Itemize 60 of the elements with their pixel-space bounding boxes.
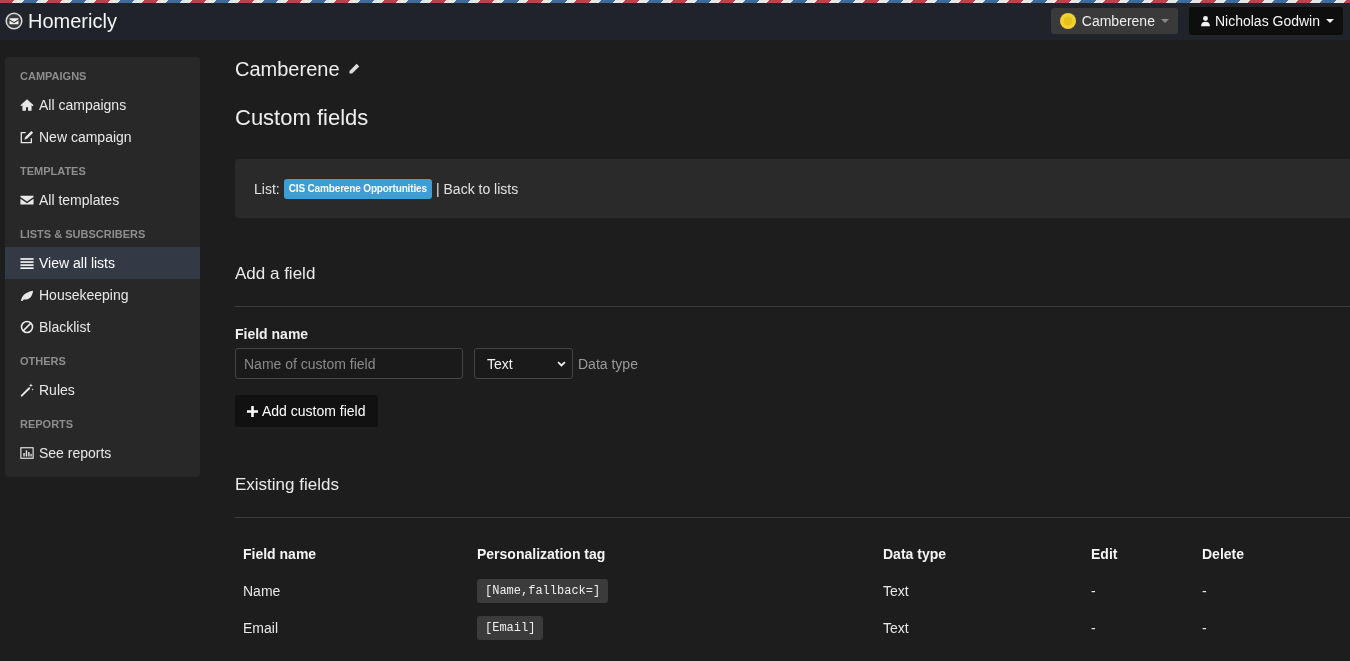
pencil-square-icon — [20, 130, 34, 144]
pencil-icon[interactable] — [347, 63, 360, 75]
list-label: List: — [254, 180, 280, 197]
column-header: Edit — [1091, 545, 1118, 562]
caret-icon — [1160, 18, 1169, 23]
table-cell: Text — [883, 582, 909, 599]
envelope-logo-icon — [5, 11, 23, 30]
leaf-icon — [20, 288, 34, 302]
list-name-badge: CIS Camberene Opportunities — [283, 178, 432, 199]
table-cell: Name — [243, 582, 281, 599]
sidebar-section-heading: LISTS & SUBSCRIBERS — [20, 227, 147, 241]
data-type-select[interactable]: Text — [474, 348, 573, 379]
sidebar-item[interactable]: Rules — [5, 374, 200, 406]
table-cell: - — [1091, 619, 1096, 636]
organization-menu[interactable]: Camberene — [1050, 7, 1178, 34]
bar-chart-icon — [20, 446, 34, 460]
sidebar-item[interactable]: All campaigns — [5, 89, 200, 121]
plus-icon — [247, 405, 258, 417]
sidebar-section-heading: CAMPAIGNS — [20, 69, 88, 83]
back-to-lists-link[interactable]: Back to lists — [443, 180, 519, 197]
user-menu[interactable]: Nicholas Godwin — [1188, 6, 1343, 35]
table-cell: - — [1091, 582, 1096, 599]
column-header: Delete — [1202, 545, 1245, 562]
section-heading: Custom fields — [235, 104, 370, 132]
sidebar-item[interactable]: New campaign — [5, 121, 200, 153]
list-icon — [20, 256, 34, 270]
subsection-heading: Existing fields — [235, 474, 340, 496]
personalization-tag: [Name,fallback=] — [477, 578, 609, 603]
sidebar-item[interactable]: View all lists — [5, 247, 200, 279]
column-header: Personalization tag — [477, 545, 606, 562]
ban-icon — [20, 320, 34, 334]
sidebar-item[interactable]: Blacklist — [5, 311, 200, 343]
home-icon — [20, 98, 34, 112]
user-icon — [1199, 14, 1211, 27]
circle-logo-icon — [1059, 12, 1076, 29]
envelope-icon — [20, 193, 34, 207]
wand-icon — [20, 383, 34, 397]
subsection-heading: Add a field — [235, 263, 317, 285]
field-name-input[interactable]: Name of custom field — [235, 348, 463, 379]
sidebar-item[interactable]: See reports — [5, 437, 200, 469]
page-title: Camberene — [235, 57, 340, 82]
field-label: Field name — [235, 325, 310, 343]
table-cell: - — [1202, 619, 1207, 636]
table-cell: - — [1202, 582, 1207, 599]
field-hint: Data type — [578, 355, 638, 372]
column-header: Field name — [243, 545, 317, 562]
separator: | — [435, 180, 440, 197]
add-custom-field-button[interactable]: Add custom field — [235, 395, 378, 427]
brand-name[interactable]: Homericly — [28, 8, 117, 33]
table-cell: Email — [243, 619, 278, 636]
table-cell: Text — [883, 619, 909, 636]
sidebar-item[interactable]: All templates — [5, 184, 200, 216]
sidebar-section-heading: OTHERS — [20, 354, 67, 368]
personalization-tag: [Email] — [477, 615, 544, 640]
sidebar-section-heading: REPORTS — [20, 417, 75, 431]
sidebar-item[interactable]: Housekeeping — [5, 279, 200, 311]
column-header: Data type — [883, 545, 947, 562]
sidebar-section-heading: TEMPLATES — [20, 164, 87, 178]
caret-icon — [1326, 18, 1334, 23]
chevron-down-icon — [557, 360, 566, 367]
